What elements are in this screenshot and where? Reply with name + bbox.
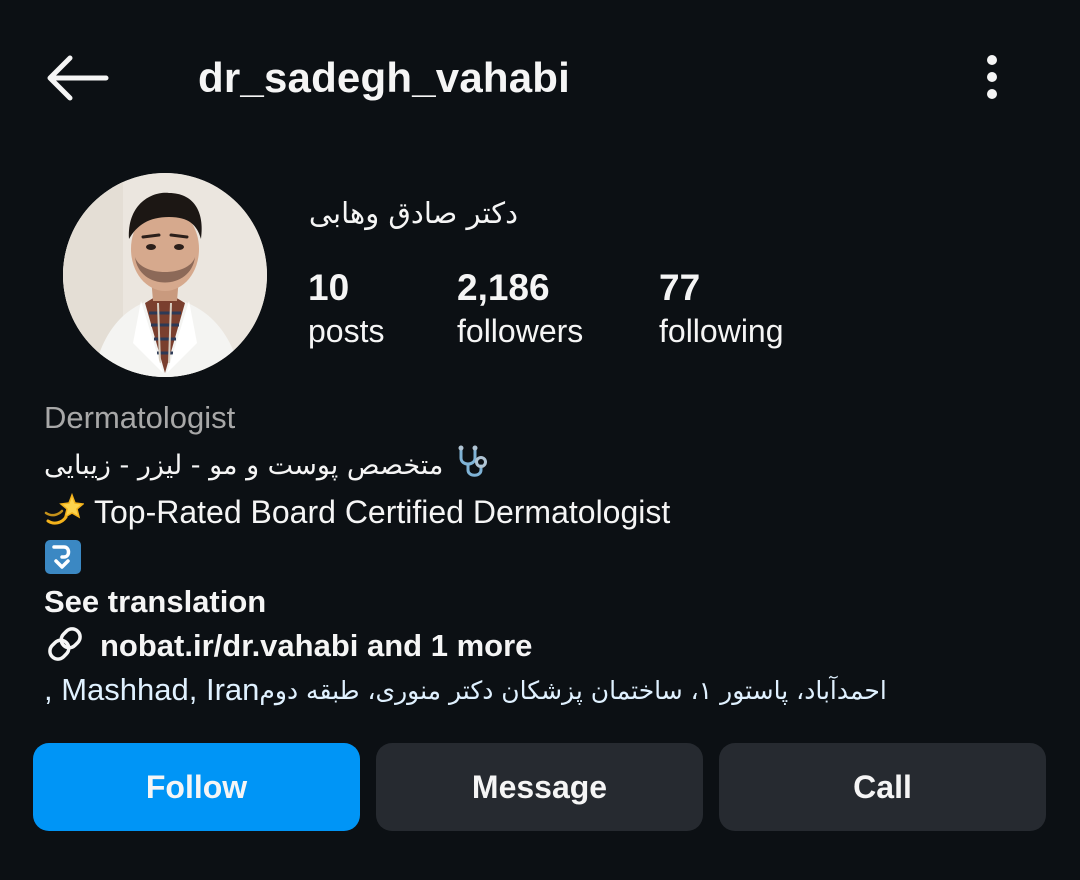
stat-following-label: following xyxy=(659,313,784,350)
display-name: دکتر صادق وهابی xyxy=(308,196,518,230)
stat-following-value: 77 xyxy=(659,267,701,308)
stat-following[interactable]: 77 following xyxy=(659,266,784,354)
stethoscope-icon xyxy=(453,444,491,487)
stat-posts-value: 10 xyxy=(308,267,350,308)
bio-line-english: Top-Rated Board Certified Dermatologist xyxy=(44,492,670,532)
stat-followers-value: 2,186 xyxy=(457,267,550,308)
bio-line-persian: متخصص پوست و مو - لیزر - زیبایی xyxy=(44,445,526,485)
arrow-left-icon xyxy=(47,55,109,101)
bio-link[interactable]: nobat.ir/dr.vahabi and 1 more xyxy=(44,626,532,666)
bio-line-persian-text: متخصص پوست و مو - لیزر - زیبایی xyxy=(44,449,444,481)
more-options-button[interactable] xyxy=(970,52,1014,104)
follow-button[interactable]: Follow xyxy=(33,743,360,831)
message-button[interactable]: Message xyxy=(376,743,703,831)
see-translation-link[interactable]: See translation xyxy=(44,584,266,620)
profile-username: dr_sadegh_vahabi xyxy=(198,54,571,101)
link-icon xyxy=(44,624,86,669)
call-button[interactable]: Call xyxy=(719,743,1046,831)
profile-address[interactable]: احمدآباد، پاستور ۱، ساختمان پزشکان دکتر … xyxy=(44,670,964,710)
stat-followers-label: followers xyxy=(457,313,584,350)
profile-category: Dermatologist xyxy=(44,400,236,435)
bio-line-english-text: Top-Rated Board Certified Dermatologist xyxy=(94,493,671,530)
address-persian: احمدآباد، پاستور ۱، ساختمان پزشکان دکتر … xyxy=(259,675,887,705)
avatar-image xyxy=(63,173,267,377)
profile-avatar[interactable] xyxy=(63,173,267,377)
down-arrow-curved-icon xyxy=(44,539,82,575)
bio-link-text: nobat.ir/dr.vahabi and 1 more xyxy=(100,628,533,663)
back-button[interactable] xyxy=(40,50,112,106)
stat-posts[interactable]: 10 posts xyxy=(308,266,384,354)
address-city: , Mashhad, Iran xyxy=(44,672,260,707)
stat-posts-label: posts xyxy=(308,313,385,350)
dizzy-star-icon xyxy=(44,491,85,534)
stat-followers[interactable]: 2,186 followers xyxy=(457,266,583,354)
more-vertical-icon xyxy=(987,55,997,99)
